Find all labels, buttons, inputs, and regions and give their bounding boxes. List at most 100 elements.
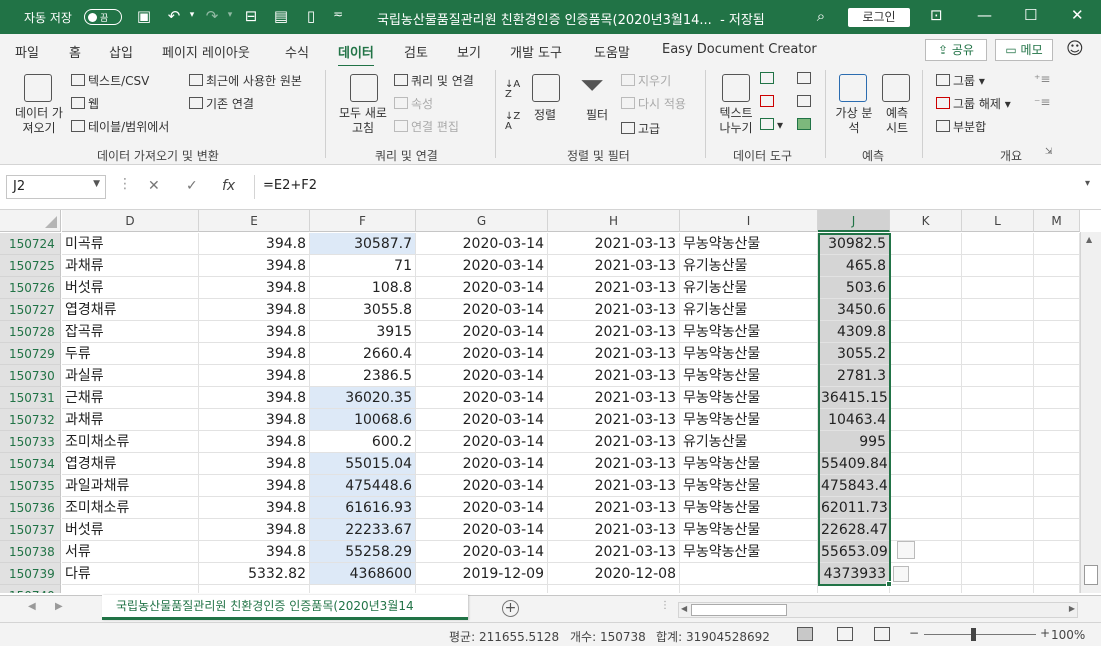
cell-k[interactable] xyxy=(890,453,962,475)
cell-h[interactable]: 2021-03-13 xyxy=(548,299,680,321)
tab-file[interactable]: 파일 xyxy=(15,42,39,61)
table-range-button[interactable]: 테이블/범위에서 xyxy=(71,118,169,135)
cell-e[interactable]: 394.8 xyxy=(199,277,310,299)
tab-review[interactable]: 검토 xyxy=(404,42,428,61)
cell-d[interactable]: 엽경채류 xyxy=(62,453,199,475)
cell-g[interactable] xyxy=(416,585,548,593)
cell-e[interactable]: 394.8 xyxy=(199,453,310,475)
cell-m[interactable] xyxy=(1034,453,1080,475)
cell-f[interactable]: 2386.5 xyxy=(310,365,416,387)
refresh-all-button[interactable]: 모두 새로 고침 xyxy=(333,106,393,136)
cell-m[interactable] xyxy=(1034,277,1080,299)
cell-h[interactable]: 2021-03-13 xyxy=(548,387,680,409)
cell-d[interactable]: 두류 xyxy=(62,343,199,365)
horizontal-scroll-thumb[interactable] xyxy=(691,604,787,616)
cell-k[interactable] xyxy=(890,277,962,299)
row-header[interactable]: 150732 xyxy=(0,409,61,431)
zoom-in-icon[interactable]: + xyxy=(1040,626,1050,640)
cell-e[interactable]: 394.8 xyxy=(199,519,310,541)
hide-detail-icon[interactable]: ⁻≡ xyxy=(1034,95,1050,109)
cell-k[interactable] xyxy=(890,255,962,277)
cell-m[interactable] xyxy=(1034,585,1080,593)
cell-m[interactable] xyxy=(1034,387,1080,409)
flash-fill-icon[interactable] xyxy=(760,72,777,86)
cell-m[interactable] xyxy=(1034,233,1080,255)
close-icon[interactable]: ✕ xyxy=(1071,6,1084,24)
cell-k[interactable] xyxy=(890,497,962,519)
cell-h[interactable]: 2021-03-13 xyxy=(548,431,680,453)
cancel-icon[interactable]: ✕ xyxy=(148,178,160,194)
cell-j[interactable]: 995 xyxy=(818,431,890,453)
cell-m[interactable] xyxy=(1034,541,1080,563)
row-header[interactable]: 150733 xyxy=(0,431,61,453)
cell-m[interactable] xyxy=(1034,475,1080,497)
cell-i[interactable]: 무농약농산물 xyxy=(680,541,818,563)
enter-icon[interactable]: ✓ xyxy=(186,178,198,194)
cell-g[interactable]: 2020-03-14 xyxy=(416,453,548,475)
cell-e[interactable]: 394.8 xyxy=(199,475,310,497)
cell-k[interactable] xyxy=(890,387,962,409)
cell-g[interactable]: 2020-03-14 xyxy=(416,409,548,431)
cell-m[interactable] xyxy=(1034,299,1080,321)
cell-d[interactable]: 미곡류 xyxy=(62,233,199,255)
login-button[interactable]: 로그인 xyxy=(848,8,910,27)
cell-f[interactable]: 55258.29 xyxy=(310,541,416,563)
cell-i[interactable] xyxy=(680,563,818,585)
cell-i[interactable]: 무농약농산물 xyxy=(680,233,818,255)
cell-i[interactable]: 무농약농산물 xyxy=(680,387,818,409)
cell-j[interactable]: 4373933 xyxy=(818,563,890,585)
cell-e[interactable]: 394.8 xyxy=(199,431,310,453)
cell-d[interactable]: 엽경채류 xyxy=(62,299,199,321)
cell-l[interactable] xyxy=(962,541,1034,563)
cell-l[interactable] xyxy=(962,321,1034,343)
cell-l[interactable] xyxy=(962,475,1034,497)
cell-j[interactable]: 22628.47 xyxy=(818,519,890,541)
vertical-scrollbar[interactable]: ▲ xyxy=(1080,232,1101,593)
group-button[interactable]: 그룹 ▾ xyxy=(936,72,985,89)
get-data-button[interactable]: 데이터 가져오기 xyxy=(11,106,67,136)
cell-i[interactable]: 무농약농산물 xyxy=(680,321,818,343)
web-button[interactable]: 웹 xyxy=(71,95,99,112)
cell-j[interactable]: 30982.5 xyxy=(818,233,890,255)
tab-easy-document-creator[interactable]: Easy Document Creator xyxy=(662,42,817,57)
cell-m[interactable] xyxy=(1034,365,1080,387)
cell-g[interactable]: 2020-03-14 xyxy=(416,431,548,453)
cell-d[interactable]: 조미채소류 xyxy=(62,497,199,519)
row-header[interactable]: 150734 xyxy=(0,453,61,475)
row-header[interactable]: 150728 xyxy=(0,321,61,343)
cell-j[interactable]: 55653.09 xyxy=(818,541,890,563)
cell-f[interactable]: 30587.7 xyxy=(310,233,416,255)
cell-g[interactable]: 2020-03-14 xyxy=(416,321,548,343)
cell-k[interactable] xyxy=(890,299,962,321)
cell-h[interactable]: 2021-03-13 xyxy=(548,365,680,387)
cell-l[interactable] xyxy=(962,409,1034,431)
cell-e[interactable]: 394.8 xyxy=(199,255,310,277)
row-header[interactable]: 150727 xyxy=(0,299,61,321)
fill-handle[interactable] xyxy=(886,581,892,587)
sheet-tab-active[interactable]: 국립농산물품질관리원 친환경인증 인증품목(2020년3월14 xyxy=(102,595,468,620)
zoom-out-icon[interactable]: − xyxy=(909,626,919,640)
tab-formulas[interactable]: 수식 xyxy=(285,42,309,61)
column-header-h[interactable]: H xyxy=(548,210,680,232)
sort-desc-icon[interactable]: ↓Z A xyxy=(505,112,520,132)
cell-e[interactable] xyxy=(199,585,310,593)
form-icon[interactable]: ⊟ xyxy=(242,7,260,25)
cell-f[interactable]: 2660.4 xyxy=(310,343,416,365)
vertical-scroll-thumb[interactable] xyxy=(1084,565,1098,585)
subtotal-button[interactable]: 부분합 xyxy=(936,118,986,135)
cell-l[interactable] xyxy=(962,365,1034,387)
cell-l[interactable] xyxy=(962,387,1034,409)
normal-view-icon[interactable] xyxy=(797,627,813,641)
cell-f[interactable]: 10068.6 xyxy=(310,409,416,431)
cell-h[interactable]: 2021-03-13 xyxy=(548,233,680,255)
reapply-button[interactable]: 다시 적용 xyxy=(621,95,686,112)
cell-g[interactable]: 2020-03-14 xyxy=(416,299,548,321)
column-header-d[interactable]: D xyxy=(62,210,199,232)
row-header[interactable]: 150726 xyxy=(0,277,61,299)
cell-j[interactable]: 10463.4 xyxy=(818,409,890,431)
page-break-view-icon[interactable] xyxy=(874,627,890,641)
memo-button[interactable]: ▭ 메모 xyxy=(995,39,1053,61)
cell-f[interactable]: 55015.04 xyxy=(310,453,416,475)
edit-links-button[interactable]: 연결 편집 xyxy=(394,118,459,135)
cell-d[interactable] xyxy=(62,585,199,593)
